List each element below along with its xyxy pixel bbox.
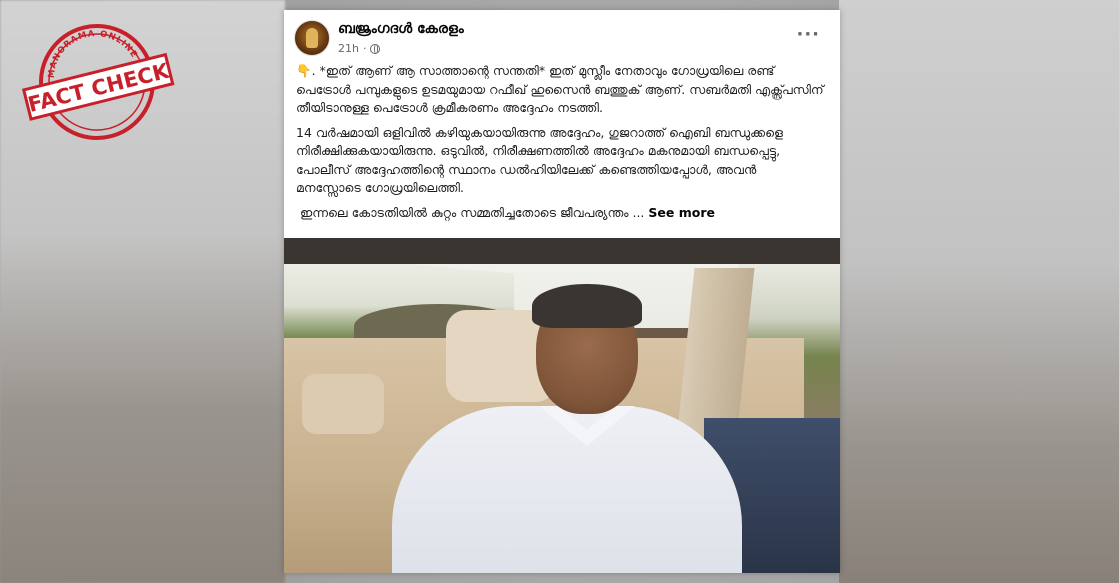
photo-person-shirt (392, 406, 742, 573)
more-options-icon[interactable]: ··· (796, 24, 820, 45)
post-meta: 21h · (338, 42, 381, 55)
dot-separator: · (362, 42, 367, 55)
fact-check-stamp: MANORAMA ONLINE FACT CHECK (21, 19, 175, 140)
pointing-down-icon: 👇 (296, 63, 312, 78)
background-right-blur (839, 0, 1119, 583)
globe-icon (370, 43, 381, 54)
photo-headrest-left (302, 374, 384, 434)
page-avatar[interactable] (294, 20, 330, 56)
avatar-figure-icon (306, 28, 318, 48)
post-time[interactable]: 21h (338, 42, 359, 55)
post-paragraph-1: 👇. *ഇത് ആണ് ആ സാത്താന്റെ സന്തതി* ഇത് മുസ… (296, 63, 824, 115)
photo-person-hair (532, 284, 642, 328)
post-paragraph-3: ഇന്നലെ കോടതിയിൽ കുറ്റം സമ്മതിച്ചതോടെ ജീവ… (299, 204, 715, 220)
page-name-link[interactable]: ബജ്രംഗദൾ കേരളം (338, 21, 464, 37)
post-photo[interactable] (284, 238, 840, 573)
photo-car-roof (284, 238, 840, 264)
see-more-link[interactable]: See more (648, 205, 715, 220)
post-paragraph-2: 14 വർഷമായി ഒളിവിൽ കഴിയുകയായിരുന്നു അദ്ദേ… (296, 124, 783, 196)
post-header: ബജ്രംഗദൾ കേരളം 21h · ··· (294, 20, 830, 64)
post-body: 👇. *ഇത് ആണ് ആ സാത്താന്റെ സന്തതി* ഇത് മുസ… (296, 62, 824, 228)
facebook-post-card: ബജ്രംഗദൾ കേരളം 21h · ··· 👇. *ഇത് ആണ് ആ സ… (284, 10, 840, 573)
